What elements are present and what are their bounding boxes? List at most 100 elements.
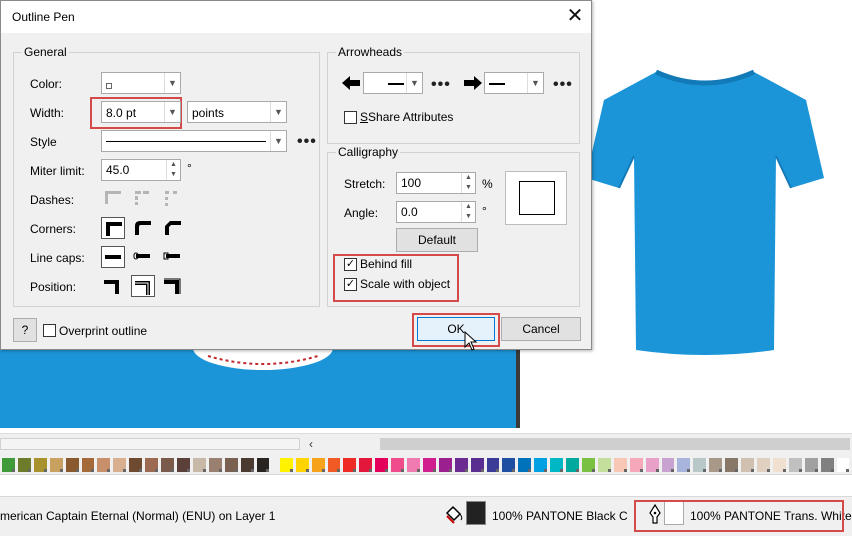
palette-swatch[interactable] [756, 457, 770, 472]
palette-swatch[interactable] [804, 457, 818, 472]
palette-swatch[interactable] [597, 457, 611, 472]
overprint-outline-checkbox[interactable] [43, 324, 56, 337]
stretch-value: 100 [401, 176, 422, 190]
palette-swatch[interactable] [311, 457, 325, 472]
cancel-button[interactable]: Cancel [501, 317, 581, 341]
corner-round-button[interactable] [131, 217, 155, 239]
palette-swatch[interactable] [438, 457, 452, 472]
close-button[interactable]: ✕ [563, 5, 587, 29]
outline-status-highlight [634, 500, 844, 532]
palette-swatch[interactable] [741, 457, 754, 472]
palette-swatch[interactable] [709, 457, 723, 472]
spinner-arrows-icon[interactable]: ▲ ▼ [461, 202, 475, 222]
palette-swatch[interactable] [129, 457, 143, 472]
corner-bevel-button[interactable] [161, 217, 185, 239]
palette-swatch[interactable] [49, 457, 63, 472]
end-arrowhead-more-button[interactable]: ••• [553, 77, 573, 93]
share-attributes-checkbox[interactable] [344, 111, 357, 124]
palette-swatch[interactable] [2, 457, 15, 472]
palette-swatch[interactable] [33, 457, 47, 472]
nib-shape-preview[interactable] [505, 171, 567, 225]
palette-swatch[interactable] [295, 457, 309, 472]
palette-swatch[interactable] [518, 457, 532, 472]
default-button[interactable]: Default [396, 228, 478, 252]
palette-swatch[interactable] [613, 457, 627, 472]
palette-swatch[interactable] [422, 457, 436, 472]
spinner-arrows-icon[interactable]: ▲ ▼ [461, 173, 475, 193]
ok-button[interactable]: OK [417, 317, 495, 341]
spinner-arrows-icon[interactable]: ▲ ▼ [166, 160, 180, 180]
palette-swatch[interactable] [820, 457, 834, 472]
cap-square-button[interactable] [161, 246, 185, 268]
palette-swatch[interactable] [534, 457, 548, 472]
palette-swatch[interactable] [502, 457, 516, 472]
palette-swatch[interactable] [113, 457, 127, 472]
behind-fill-checkbox[interactable]: ✓ [344, 258, 357, 271]
palette-swatch[interactable] [645, 457, 659, 472]
palette-swatch[interactable] [470, 457, 484, 472]
palette-swatch[interactable] [192, 457, 206, 472]
palette-swatch[interactable] [582, 457, 595, 472]
style-select[interactable]: ▼ [101, 130, 287, 152]
scale-with-object-checkbox[interactable]: ✓ [344, 278, 357, 291]
start-arrowhead-more-button[interactable]: ••• [431, 77, 451, 93]
palette-swatch[interactable] [208, 457, 222, 472]
palette-swatch[interactable] [693, 457, 707, 472]
end-arrowhead-select[interactable]: ▼ [484, 72, 544, 94]
chevron-down-icon: ▼ [164, 102, 180, 122]
palette-swatch[interactable] [788, 457, 802, 472]
miter-limit-input[interactable]: 45.0 ▲ ▼ [101, 159, 181, 181]
palette-swatch[interactable] [240, 457, 254, 472]
palette-swatch[interactable] [161, 457, 174, 472]
palette-swatch[interactable] [454, 457, 468, 472]
palette-swatch[interactable] [661, 457, 675, 472]
color-picker[interactable]: ▼ [101, 72, 181, 94]
palette-swatch[interactable] [343, 457, 357, 472]
baseball-graphic [193, 350, 333, 370]
palette-swatch[interactable] [81, 457, 95, 472]
palette-swatch[interactable] [145, 457, 159, 472]
palette-swatch[interactable] [550, 457, 564, 472]
page-tab-scroll-track[interactable] [0, 438, 300, 450]
position-inside-button[interactable] [161, 275, 185, 297]
palette-swatch[interactable] [629, 457, 643, 472]
palette-swatch[interactable] [836, 457, 850, 472]
scroll-left-button[interactable]: ‹ [304, 437, 318, 451]
palette-swatch[interactable] [65, 457, 79, 472]
cap-round-button[interactable] [131, 246, 155, 268]
palette-swatch[interactable] [97, 457, 111, 472]
style-more-button[interactable]: ••• [297, 134, 317, 150]
palette-swatch[interactable] [486, 457, 500, 472]
width-combo[interactable]: 8.0 pt ▼ [101, 101, 181, 123]
start-arrowhead-select[interactable]: ▼ [363, 72, 423, 94]
palette-swatch[interactable] [772, 457, 786, 472]
palette-swatch[interactable] [566, 457, 579, 472]
palette-swatch[interactable] [375, 457, 389, 472]
palette-swatch[interactable] [279, 457, 293, 472]
horizontal-scrollbar[interactable]: ‹ [0, 433, 852, 455]
position-center-button[interactable] [131, 275, 155, 297]
palette-swatch[interactable] [256, 457, 270, 472]
palette-swatch[interactable] [359, 457, 373, 472]
palette-swatch[interactable] [677, 457, 691, 472]
cap-butt-button[interactable] [101, 246, 125, 268]
miter-limit-label: Miter limit: [30, 164, 85, 178]
palette-swatch[interactable] [327, 457, 341, 472]
palette-swatch[interactable] [407, 457, 420, 472]
angle-input[interactable]: 0.0 ▲ ▼ [396, 201, 476, 223]
dashes-label: Dashes: [30, 193, 75, 207]
palette-swatch[interactable] [391, 457, 405, 472]
fill-color-swatch[interactable] [466, 501, 486, 525]
units-select[interactable]: points ▼ [187, 101, 287, 123]
stretch-input[interactable]: 100 ▲ ▼ [396, 172, 476, 194]
palette-swatch[interactable] [17, 457, 31, 472]
palette-separator [272, 458, 279, 472]
position-outside-button[interactable] [101, 275, 125, 297]
scrollbar-thumb[interactable] [380, 438, 850, 450]
palette-swatch[interactable] [725, 457, 739, 472]
share-attributes-text: Share Attributes [368, 110, 454, 124]
palette-swatch[interactable] [224, 457, 238, 472]
help-button[interactable]: ? [13, 318, 37, 342]
palette-swatch[interactable] [176, 457, 190, 472]
corner-miter-button[interactable] [101, 217, 125, 239]
